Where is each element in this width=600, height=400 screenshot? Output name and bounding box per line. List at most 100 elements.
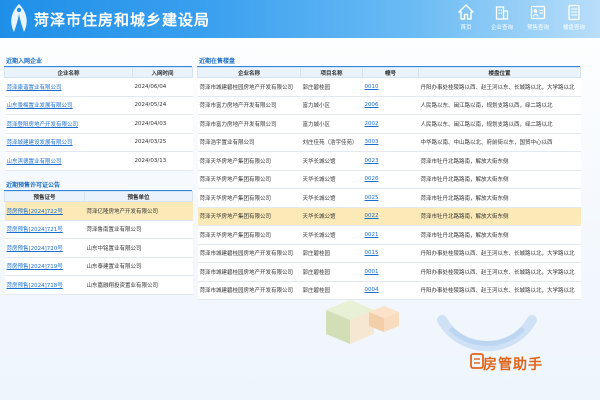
property-location: 菏泽市牡丹北路路南，解放大街东侧 <box>418 188 581 208</box>
developer-name: 菏泽天华房地产集团有限公司 <box>197 170 301 189</box>
building-number-link[interactable]: 0001 <box>362 262 419 282</box>
presale-unit: 菏泽鲁南置业有限公司 <box>84 220 193 239</box>
developer-name: 菏泽天华房地产集团有限公司 <box>197 188 301 208</box>
property-location: 丹阳办事处桂陵路以西、赵王河以东、长城路以北，大学路以北 <box>418 262 581 282</box>
building-number-link[interactable]: 0026 <box>362 170 419 189</box>
developer-name: 菏泽市富力房地产开发有限公司 <box>197 114 301 134</box>
join-date: 2024/05/24 <box>132 96 193 115</box>
permit-link[interactable]: 菏房预售[2024]721号 <box>4 220 85 239</box>
nav-company-query[interactable]: 企业查询 <box>484 3 520 31</box>
nav-property-query-label: 楼盘查询 <box>562 25 585 31</box>
building-number-link[interactable]: 2002 <box>362 114 419 134</box>
presale-icon <box>530 5 546 20</box>
property-location: 菏泽市牡丹北路路南，解放大街东侧 <box>418 151 581 171</box>
property-location: 菏泽市牡丹北路路南，解放大街东侧 <box>418 207 581 226</box>
column-header: 项目名称 <box>300 67 363 78</box>
table-row: 菏房预售[2024]718号 山东嘉融翔投资置业有限公司 <box>4 275 193 295</box>
table-row: 菏泽浩宇置业有限公司 刘庄佳苑（浩宇佳苑） 3003 中华路以南、中山路以北、府前街以… <box>197 133 581 152</box>
table-row: 菏房预售[2024]719号 山东泰建置业有限公司 <box>4 257 193 276</box>
project-name: 天华长城公馆 <box>300 225 363 245</box>
home-icon <box>458 4 474 20</box>
table-row: 菏泽市城建碧桂园房地产开发有限公司 郭庄碧桂园 0001 丹阳办事处桂陵路以西、赵王河… <box>197 262 581 282</box>
on-sale-title: 近期在售楼盘 <box>197 57 580 67</box>
column-header: 预售单位 <box>84 191 193 202</box>
nav-company-query-label: 企业查询 <box>490 25 513 31</box>
column-header: 入网时间 <box>132 67 193 78</box>
property-location: 人民路以东、闽江路以南，规划支路以西，绎二路以北 <box>418 114 581 134</box>
permit-link[interactable]: 菏房预售[2024]719号 <box>4 257 85 276</box>
developer-name: 菏泽天华房地产集团有限公司 <box>197 151 301 171</box>
site-title: 菏泽市住房和城乡建设局 <box>34 11 211 29</box>
table-row: 菏泽登阳房地产开发有限公司 2024/04/03 <box>4 114 193 134</box>
document-icon <box>568 4 580 21</box>
decorative-cube-small-icon <box>369 306 399 332</box>
nav-presale-query[interactable]: 预售查询 <box>520 3 556 31</box>
permit-link[interactable]: 菏房预售[2024]722号 <box>4 201 85 221</box>
table-row: 菏泽天华房地产集团有限公司 天华长城公馆 0026 菏泽市牡丹北路路南，解放大街东侧 <box>197 170 581 189</box>
developer-name: 菏泽天华房地产集团有限公司 <box>197 225 301 245</box>
on-sale-table: 企业名称 项目名称 幢号 楼盘位置 菏泽市城建碧桂园房地产开发有限公司 郭庄碧桂园… <box>197 67 581 300</box>
nav-home-label: 首页 <box>460 25 472 31</box>
table-row: 菏泽天华房地产集团有限公司 天华长城公馆 0021 菏泽市牡丹北路路南，解放大街东侧 <box>197 225 581 245</box>
project-name: 天华长城公馆 <box>300 170 363 189</box>
nav-home[interactable]: 首页 <box>448 3 484 31</box>
table-row: 菏泽康谐置业有限公司 2024/06/04 <box>4 77 193 97</box>
property-location: 中华路以南、中山路以北、府前街以东，国贸中心以西 <box>418 133 581 152</box>
project-name: 天华长城公馆 <box>300 188 363 208</box>
building-number-link[interactable]: 0025 <box>362 188 419 208</box>
developer-name: 菏泽市城建碧桂园房地产开发有限公司 <box>197 281 301 300</box>
company-link[interactable]: 山东景梅置业发展有限公司 <box>4 96 133 115</box>
building-number-link[interactable]: 0015 <box>362 244 419 263</box>
recent-companies-panel: 近期入网企业 企业名称 入网时间 菏泽康谐置业有限公司 2024/06/04 山东… <box>4 57 193 171</box>
building-number-link[interactable]: 0010 <box>362 77 419 97</box>
property-location: 人民路以东、闽江路以南，规划支路以西，绎二路以北 <box>418 96 581 115</box>
building-number-link[interactable]: 0023 <box>362 151 419 171</box>
permit-link[interactable]: 菏房预售[2024]718号 <box>4 275 85 295</box>
company-link[interactable]: 山东滨德置业有限公司 <box>4 151 133 171</box>
on-sale-panel: 近期在售楼盘 企业名称 项目名称 幢号 楼盘位置 菏泽市城建碧桂园房地产开发有限… <box>197 57 581 300</box>
property-location: 菏泽市牡丹北路路南，解放大街东侧 <box>418 225 581 245</box>
project-name: 刘庄佳苑（浩宇佳苑） <box>300 133 363 152</box>
developer-name: 菏泽市城建碧桂园房地产开发有限公司 <box>197 262 301 282</box>
building-number-link[interactable]: 0021 <box>362 225 419 245</box>
join-date: 2024/04/03 <box>132 114 193 134</box>
presale-unit: 山东嘉融翔投资置业有限公司 <box>84 275 193 295</box>
permit-link[interactable]: 菏房预售[2024]720号 <box>4 238 85 258</box>
property-location: 丹阳办事处桂陵路以西、赵王河以东、长城路以北，大学路以北 <box>418 281 581 300</box>
nav-presale-query-label: 预售查询 <box>526 25 549 31</box>
helper-icon[interactable] <box>470 353 484 369</box>
property-location: 丹阳办事处桂陵路以西、赵王河以东、长城路以北，大学路以北 <box>418 244 581 263</box>
recent-companies-title: 近期入网企业 <box>4 57 192 67</box>
table-row: 菏泽市城建碧桂园房地产开发有限公司 郭庄碧桂园 0010 丹阳办事处桂陵路以西、赵王河… <box>197 77 581 97</box>
building-number-link[interactable]: 2006 <box>362 96 419 115</box>
company-link[interactable]: 菏泽城建建设发展有限公司 <box>4 133 133 152</box>
project-name: 郭庄碧桂园 <box>300 262 363 282</box>
company-link[interactable]: 菏泽登阳房地产开发有限公司 <box>4 114 133 134</box>
nav-property-query[interactable]: 楼盘查询 <box>556 3 592 31</box>
developer-name: 菏泽天华房地产集团有限公司 <box>197 207 301 226</box>
building-number-link[interactable]: 0022 <box>362 207 419 226</box>
presale-unit: 菏泽亿隆房地产开发有限公司 <box>84 201 193 221</box>
developer-name: 菏泽市城建碧桂园房地产开发有限公司 <box>197 244 301 263</box>
presale-unit: 山东泰建置业有限公司 <box>84 257 193 276</box>
developer-name: 菏泽市城建碧桂园房地产开发有限公司 <box>197 77 301 97</box>
column-header: 楼盘位置 <box>418 67 581 78</box>
building-number-link[interactable]: 3003 <box>362 133 419 152</box>
decorative-swirl-icon <box>437 315 537 352</box>
presale-panel: 近期预售许可证公告 预售证号 预售单位 菏房预售[2024]722号 菏泽亿隆房地… <box>4 181 193 295</box>
company-link[interactable]: 菏泽康谐置业有限公司 <box>4 77 133 97</box>
developer-name: 菏泽市富力房地产开发有限公司 <box>197 96 301 115</box>
table-row: 菏泽城建建设发展有限公司 2024/03/25 <box>4 133 193 152</box>
helper-button[interactable]: 房管助手 <box>483 354 543 374</box>
column-header: 企业名称 <box>4 67 133 78</box>
project-name: 郭庄碧桂园 <box>300 77 363 97</box>
join-date: 2024/06/04 <box>132 77 193 97</box>
table-row: 菏房预售[2024]721号 菏泽鲁南置业有限公司 <box>4 220 193 239</box>
project-name: 富力城小区 <box>300 114 363 134</box>
table-row: 菏泽天华房地产集团有限公司 天华长城公馆 0025 菏泽市牡丹北路路南，解放大街东侧 <box>197 188 581 208</box>
project-name: 天华长城公馆 <box>300 151 363 171</box>
table-row: 菏泽市富力房地产开发有限公司 富力城小区 2002 人民路以东、闽江路以南，规划支路以… <box>197 114 581 134</box>
logo-icon <box>11 4 27 32</box>
table-row: 山东滨德置业有限公司 2024/03/13 <box>4 151 193 171</box>
join-date: 2024/03/13 <box>132 151 193 171</box>
